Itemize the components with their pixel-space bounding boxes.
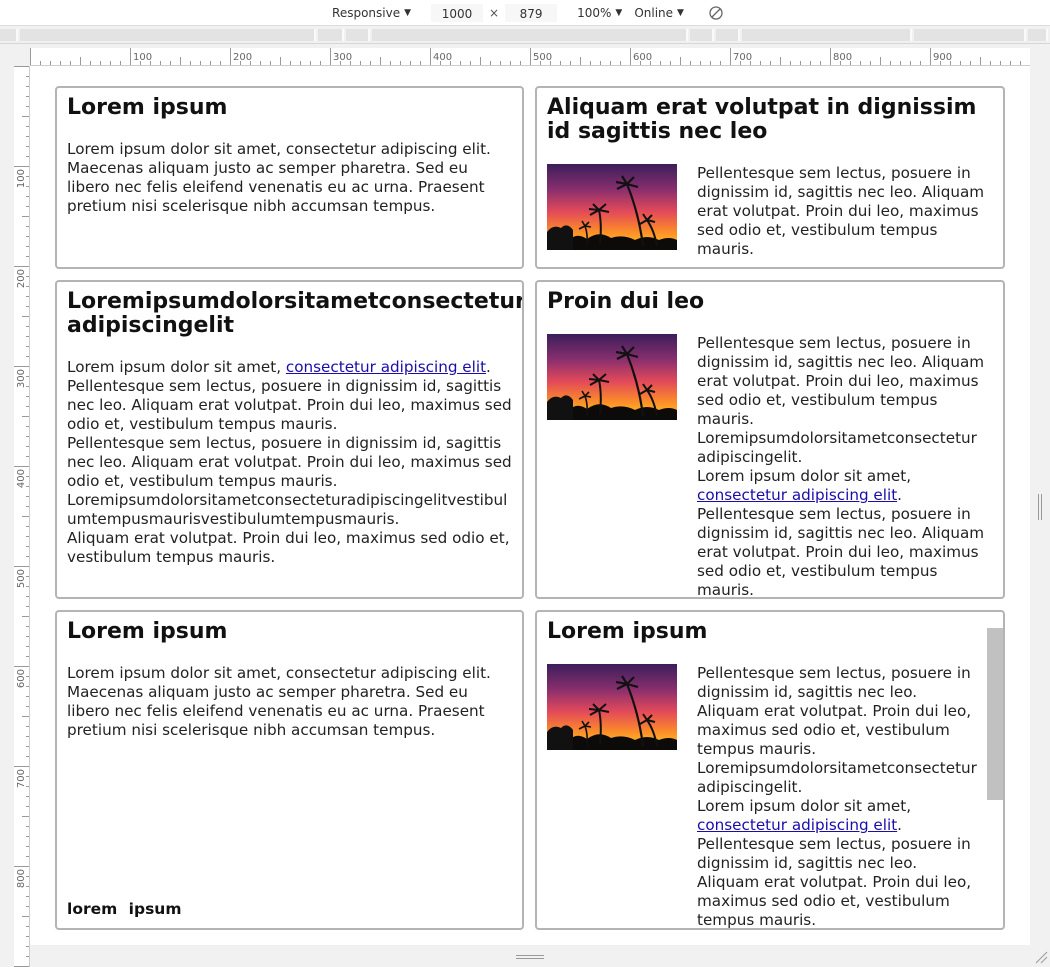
ruler-label: 500 [16,569,27,588]
vertical-ruler: 100200300400500600700800900 [14,66,30,967]
media-query-segment[interactable] [346,29,370,41]
times-sign: × [489,5,500,20]
card-body: Pellentesque sem lectus, posuere in dign… [697,164,985,258]
inline-link[interactable]: consectetur adipiscing elit [697,486,897,504]
text: Lorem ipsum dolor sit amet, [67,358,286,376]
ruler-label: 700 [733,52,752,63]
card-paragraph: Lorem ipsum dolor sit amet, consectetur … [67,358,512,377]
card-title: Aliquam erat volutpat in dignissim id sa… [547,95,977,144]
media-query-segment[interactable] [0,29,18,41]
card-paragraph: Loremipsumdolorsitametconsecteturadipisc… [67,491,508,528]
card-title: Lorem ipsum [547,619,708,644]
card: Lorem ipsum Pellentesque sem lectus, pos… [535,610,1005,930]
ruler-label: 100 [16,169,27,188]
media-query-segment[interactable] [372,29,688,41]
card-title: Proin dui leo [547,289,705,314]
device-toolbar: Responsive ▼ 1000 × 879 100% ▼ Online ▼ [0,0,1050,26]
chevron-down-icon: ▼ [404,7,412,18]
ruler-label: 900 [933,52,952,63]
card-body: Lorem ipsum dolor sit amet, consectetur … [67,140,491,215]
text: Lorem ipsum dolor sit amet, [697,467,912,485]
ruler-label: 800 [16,869,27,888]
ruler-label: 800 [833,52,852,63]
media-text: Pellentesque sem lectus, posuere in dign… [697,334,993,599]
resize-corner-icon[interactable] [1032,948,1048,964]
ruler-label: 500 [533,52,552,63]
throttle-label: Online [634,5,674,20]
media-query-segment[interactable] [742,29,912,41]
card-paragraph: Pellentesque sem lectus, posuere in dign… [697,334,985,428]
card-paragraph: Lorem ipsum dolor sit amet, consectetur … [697,797,983,835]
media-block: Pellentesque sem lectus, posuere in dign… [547,664,993,929]
card-paragraph: Loremipsumdolorsitametconsectetur adipis… [697,429,977,466]
ruler-label: 300 [333,52,352,63]
horizontal-ruler: 100 200 300 400 500 600 700 800 900 [30,48,1030,66]
media-query-segment[interactable] [914,29,1026,41]
card-paragraph: Pellentesque sem lectus, posuere in dign… [697,664,972,758]
ruler-label: 200 [233,52,252,63]
media-block: Pellentesque sem lectus, posuere in dign… [547,164,993,259]
card-title: Loremipsumdolorsitametconsectetur adipis… [67,289,524,338]
zoom-select[interactable]: 100% ▼ [577,6,622,20]
text: . [486,358,491,376]
width-input[interactable]: 1000 [431,3,484,22]
text: . [897,486,902,504]
zoom-label: 100% [577,5,612,20]
device-label: Responsive [332,5,401,20]
card-paragraph: Pellentesque sem lectus, posuere in dign… [67,377,512,433]
media-block: Pellentesque sem lectus, posuere in dign… [547,334,993,599]
card-paragraph: Pellentesque sem lectus, posuere in dign… [697,505,985,599]
inline-link[interactable]: consectetur adipiscing elit [697,816,897,834]
card-title: Lorem ipsum [67,619,228,644]
card-footer: lorem ipsum [67,900,182,918]
card-paragraph: Aliquam erat volutpat. Proin dui leo, ma… [67,529,510,566]
sunset-palm-image [547,664,677,750]
media-query-segment[interactable] [1028,29,1048,41]
card: Lorem ipsum Lorem ipsum dolor sit amet, … [55,610,524,930]
card-paragraph: Loremipsumdolorsitametconsectetur adipis… [697,759,977,796]
media-query-segment[interactable] [318,29,344,41]
emulated-viewport: Lorem ipsum Lorem ipsum dolor sit amet, … [30,66,1030,945]
media-query-segment[interactable] [20,29,316,41]
ruler-label: 600 [16,669,27,688]
card-paragraph: Pellentesque sem lectus, posuere in dign… [697,835,972,929]
card-paragraph: Pellentesque sem lectus, posuere in dign… [67,434,512,490]
throttle-select[interactable]: Online ▼ [634,6,684,20]
card-title: Lorem ipsum [67,95,228,120]
text: . [897,816,902,834]
media-query-segment[interactable] [690,29,714,41]
card: Aliquam erat volutpat in dignissim id sa… [535,86,1005,269]
sunset-palm-image [547,334,677,420]
ruler-label: 100 [133,52,152,63]
ruler-label: 700 [16,769,27,788]
rotate-icon[interactable] [708,5,724,21]
ruler-label: 400 [16,469,27,488]
media-query-segment[interactable] [716,29,740,41]
scrollbar-thumb[interactable] [987,628,1003,800]
sunset-palm-image [547,164,677,250]
chevron-down-icon: ▼ [677,7,684,18]
ruler-label: 400 [433,52,452,63]
card: Proin dui leo Pellentesque sem lectus, p… [535,280,1005,599]
card-body: Lorem ipsum dolor sit amet, consectetur … [67,664,491,739]
device-select[interactable]: Responsive ▼ [332,6,411,20]
resize-handle-icon[interactable] [1037,494,1043,520]
text: Lorem ipsum dolor sit amet, [697,797,912,815]
card: Lorem ipsum Lorem ipsum dolor sit amet, … [55,86,524,269]
resize-handle-icon[interactable] [516,953,544,961]
ruler-label: 200 [16,269,27,288]
ruler-label: 600 [633,52,652,63]
ruler-label: 300 [16,369,27,388]
card-paragraph: Lorem ipsum dolor sit amet, consectetur … [697,467,993,505]
chevron-down-icon: ▼ [615,7,623,18]
height-input[interactable]: 879 [505,3,558,22]
card: Loremipsumdolorsitametconsectetur adipis… [55,280,524,599]
media-query-bar[interactable] [0,26,1050,44]
inline-link[interactable]: consectetur adipiscing elit [286,358,486,376]
media-text: Pellentesque sem lectus, posuere in dign… [697,664,993,929]
